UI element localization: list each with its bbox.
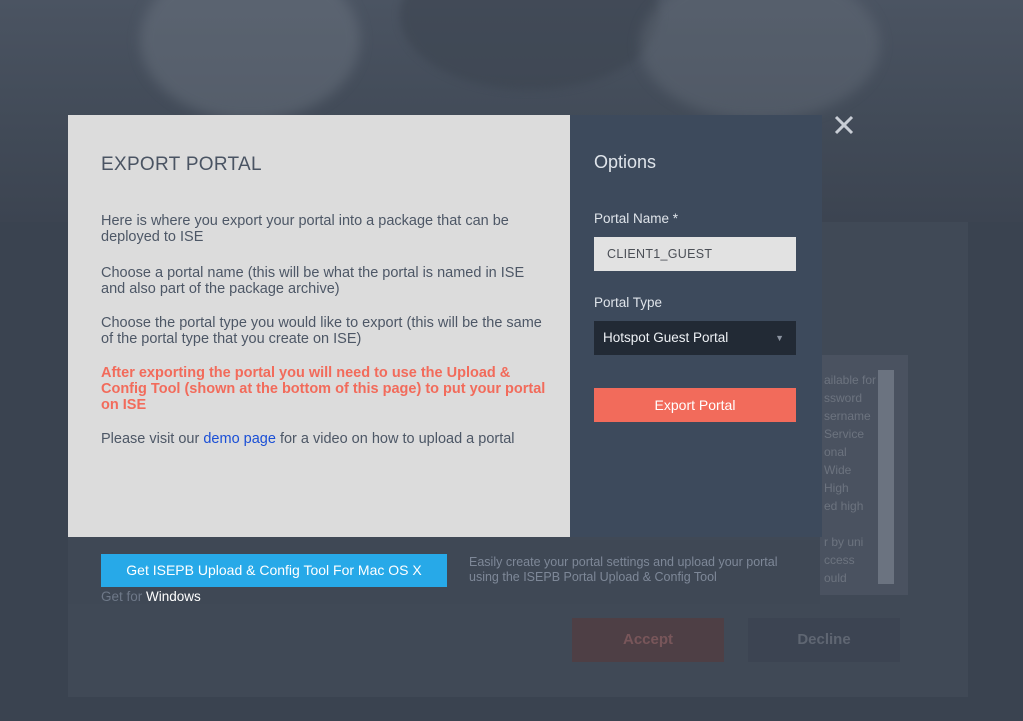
demo-suffix: for a video on how to upload a portal: [275, 431, 515, 447]
demo-prefix: Please visit our: [101, 431, 204, 447]
chevron-down-icon: ▼: [775, 333, 784, 343]
demo-page-paragraph: Please visit our demo page for a video o…: [101, 431, 551, 447]
ghost-line: ailable for: [824, 373, 877, 387]
portal-name-label: Portal Name *: [594, 211, 679, 226]
ghost-line: r by uni: [824, 535, 864, 549]
ghost-line: onal: [824, 445, 847, 459]
decline-button: Decline: [748, 618, 900, 662]
windows-download-line: Get for Windows: [101, 589, 201, 604]
close-icon[interactable]: [830, 112, 858, 140]
tool-description: Easily create your portal settings and u…: [469, 555, 778, 584]
ghost-line: sername: [824, 409, 871, 423]
modal-title: EXPORT PORTAL: [101, 154, 262, 175]
portal-type-help: Choose the portal type you would like to…: [101, 315, 542, 347]
export-portal-button[interactable]: Export Portal: [594, 388, 796, 422]
options-title: Options: [594, 152, 657, 172]
background-scrollbar: [878, 370, 894, 584]
intro-paragraph: Here is where you export your portal int…: [101, 213, 509, 245]
portal-type-selected: Hotspot Guest Portal: [603, 330, 729, 345]
demo-page-link[interactable]: demo page: [203, 431, 276, 447]
ghost-line: ed high: [824, 499, 864, 513]
ghost-line: High: [824, 481, 849, 495]
ghost-line: Wide: [824, 463, 852, 477]
portal-name-help: Choose a portal name (this will be what …: [101, 265, 525, 297]
background-terms-text: ailable for ssword sername Service onal …: [820, 355, 908, 595]
ghost-line: ould: [824, 571, 847, 585]
windows-download-link[interactable]: Windows: [146, 589, 201, 604]
ghost-line: ssword: [824, 391, 863, 405]
portal-type-select[interactable]: Hotspot Guest Portal ▼: [594, 321, 796, 355]
portal-name-input[interactable]: [594, 237, 796, 271]
ghost-line: ccess: [824, 553, 855, 567]
portal-type-label: Portal Type: [594, 295, 663, 310]
upload-warning: After exporting the portal you will need…: [101, 365, 546, 413]
ghost-line: Service: [824, 427, 865, 441]
accept-button: Accept: [572, 618, 724, 662]
mac-tool-download-button[interactable]: Get ISEPB Upload & Config Tool For Mac O…: [101, 554, 447, 587]
get-for-label: Get for: [101, 589, 147, 604]
